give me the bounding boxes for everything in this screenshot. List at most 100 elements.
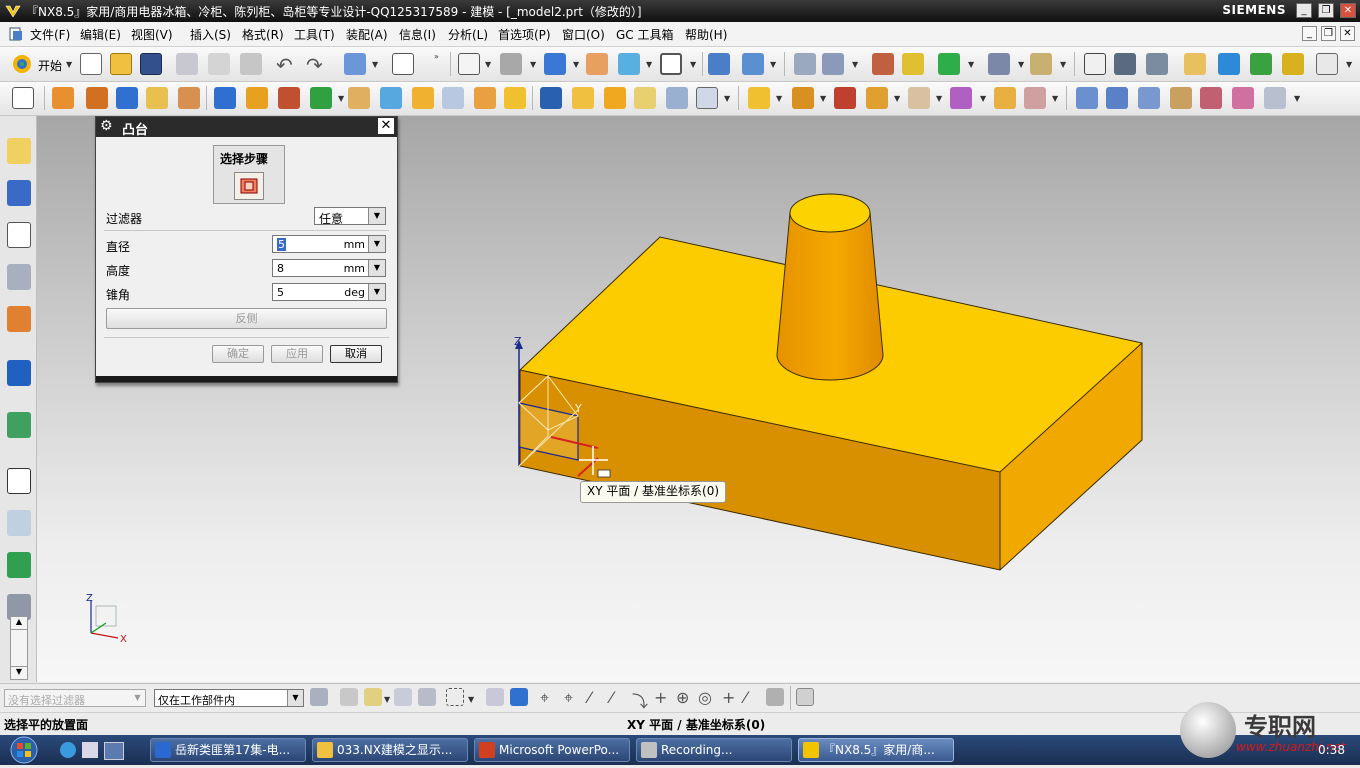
rectangle-select-icon[interactable] xyxy=(446,688,464,706)
diameter-field[interactable]: 5 mm ▼ xyxy=(272,235,386,253)
boolean-dropdown-icon[interactable]: ▼ xyxy=(894,94,900,103)
menu-view[interactable]: 视图(V) xyxy=(131,26,173,43)
tools-icon[interactable] xyxy=(1250,53,1272,75)
restore-button[interactable]: ❐ xyxy=(1318,3,1334,18)
menu-preferences[interactable]: 首选项(P) xyxy=(498,26,551,43)
roles-tab-icon[interactable] xyxy=(7,552,31,578)
edge-blend-icon[interactable] xyxy=(572,87,594,109)
surface-icon[interactable] xyxy=(1076,87,1098,109)
boss-body[interactable] xyxy=(776,212,884,381)
wcs-orient-icon[interactable] xyxy=(742,53,764,75)
snap-existing-point-icon[interactable]: + xyxy=(654,688,667,707)
boss-top-face[interactable] xyxy=(789,193,871,233)
reverse-side-button[interactable]: 反侧 xyxy=(106,308,387,329)
extrude-icon[interactable] xyxy=(52,87,74,109)
highlight-dropdown-icon[interactable]: ▼ xyxy=(384,695,390,704)
type-filter-select[interactable]: 没有选择过滤器 ▼ xyxy=(4,689,146,707)
snap-arc-center-icon[interactable]: ⊕ xyxy=(676,688,689,707)
cancel-button[interactable]: 取消 xyxy=(330,345,382,363)
part-list-icon[interactable] xyxy=(1146,53,1168,75)
ruler-icon[interactable] xyxy=(1030,53,1052,75)
boss-icon[interactable] xyxy=(310,87,332,109)
start-orb-icon[interactable] xyxy=(4,735,44,765)
type-filter-chevron-icon[interactable]: ▼ xyxy=(130,690,145,706)
fit-view-icon[interactable] xyxy=(458,53,480,75)
surface-dropdown-icon[interactable]: ▼ xyxy=(1294,94,1300,103)
thread-icon[interactable] xyxy=(950,87,972,109)
blend-icon[interactable] xyxy=(412,87,434,109)
unite-icon[interactable] xyxy=(540,87,562,109)
wcs-icon[interactable] xyxy=(708,53,730,75)
doc-restore-button[interactable]: ❐ xyxy=(1321,26,1336,41)
height-dropdown-icon[interactable]: ▼ xyxy=(368,260,385,276)
point-set-icon[interactable] xyxy=(278,87,300,109)
snap-intersection-icon[interactable]: ⁄ xyxy=(610,688,613,707)
mirror-dropdown-icon[interactable]: ▼ xyxy=(820,94,826,103)
sketch-icon[interactable] xyxy=(12,87,34,109)
fit-view-dropdown-icon[interactable]: ▼ xyxy=(485,60,491,69)
taper-angle-field[interactable]: 5 deg ▼ xyxy=(272,283,386,301)
layer-dropdown-icon[interactable]: ▼ xyxy=(852,60,858,69)
menu-format[interactable]: 格式(R) xyxy=(242,26,284,43)
measure-distance-icon[interactable] xyxy=(988,53,1010,75)
intersect-icon[interactable] xyxy=(866,87,888,109)
doc-minimize-button[interactable]: _ xyxy=(1302,26,1317,41)
menu-edit[interactable]: 编辑(E) xyxy=(80,26,121,43)
play-dropdown-icon[interactable]: ▼ xyxy=(968,60,974,69)
offset-surface-icon[interactable] xyxy=(1264,87,1286,109)
menu-help[interactable]: 帮助(H) xyxy=(685,26,727,43)
taper-angle-value[interactable]: 5 xyxy=(277,286,284,299)
chevron-down-icon[interactable]: ▼ xyxy=(368,208,385,224)
hd3d-tools-tab-icon[interactable] xyxy=(7,306,31,332)
snap-control-point-icon[interactable]: ⁄ xyxy=(588,688,591,707)
shell-icon[interactable] xyxy=(442,87,464,109)
deselect-icon[interactable] xyxy=(394,688,412,706)
selection-priority-icon[interactable] xyxy=(902,53,924,75)
clock-tab-icon[interactable] xyxy=(7,468,31,494)
hole-dropdown-icon[interactable]: ▼ xyxy=(936,94,942,103)
menu-insert[interactable]: 插入(S) xyxy=(190,26,231,43)
start-button[interactable]: 开始 xyxy=(38,57,62,74)
draft-icon[interactable] xyxy=(634,87,656,109)
constraint-navigator-tab-icon[interactable] xyxy=(7,180,31,206)
apply-button[interactable]: 应用 xyxy=(271,345,323,363)
orient-view-dropdown-icon[interactable]: ▼ xyxy=(573,60,579,69)
snap-on-face-icon[interactable] xyxy=(766,688,784,706)
background-icon[interactable] xyxy=(660,53,682,75)
taper-dropdown-icon[interactable]: ▼ xyxy=(368,284,385,300)
copy-icon[interactable] xyxy=(208,53,230,75)
gc-tool-icon[interactable] xyxy=(1282,53,1304,75)
snap-end-point-icon[interactable]: ⌖ xyxy=(540,688,549,708)
assembly-navigator-tab-icon[interactable] xyxy=(7,138,31,164)
cut-icon[interactable] xyxy=(176,53,198,75)
split-body-icon[interactable] xyxy=(504,87,526,109)
n-sided-icon[interactable] xyxy=(1200,87,1222,109)
clipping-dropdown-icon[interactable]: ▼ xyxy=(646,60,652,69)
datum-plane-icon[interactable] xyxy=(214,87,236,109)
reuse-library-tab-icon[interactable] xyxy=(7,264,31,290)
curve-mesh-icon[interactable] xyxy=(1170,87,1192,109)
diameter-dropdown-icon[interactable]: ▼ xyxy=(368,236,385,252)
scroll-down-icon[interactable]: ▼ xyxy=(11,666,27,679)
layers-stack-icon[interactable] xyxy=(1114,53,1136,75)
placement-face-step-button[interactable] xyxy=(234,172,264,200)
abc-dropdown-icon[interactable]: ▼ xyxy=(1346,60,1352,69)
cone-icon[interactable] xyxy=(178,87,200,109)
minimize-button[interactable]: _ xyxy=(1296,3,1312,18)
diameter-value[interactable]: 5 xyxy=(277,238,286,251)
clipping-icon[interactable] xyxy=(618,53,640,75)
bridge-icon[interactable] xyxy=(1232,87,1254,109)
orient-view-icon[interactable] xyxy=(544,53,566,75)
start-icon[interactable] xyxy=(10,53,34,75)
feature-dropdown-icon[interactable]: ▼ xyxy=(724,94,730,103)
taskbar-item-word[interactable]: 岳新类匪第17集-电... xyxy=(150,738,306,762)
patch-icon[interactable] xyxy=(1024,87,1046,109)
body-filter-icon[interactable] xyxy=(486,688,504,706)
menu-gc-toolkit[interactable]: GC 工具箱 xyxy=(616,26,674,43)
snap-quadrant-icon[interactable]: ◎ xyxy=(698,688,712,707)
mirror-icon[interactable] xyxy=(792,87,814,109)
sew-icon[interactable] xyxy=(994,87,1016,109)
select-all-icon[interactable] xyxy=(418,688,436,706)
save-icon[interactable] xyxy=(140,53,162,75)
snap-point-icon[interactable] xyxy=(872,53,894,75)
